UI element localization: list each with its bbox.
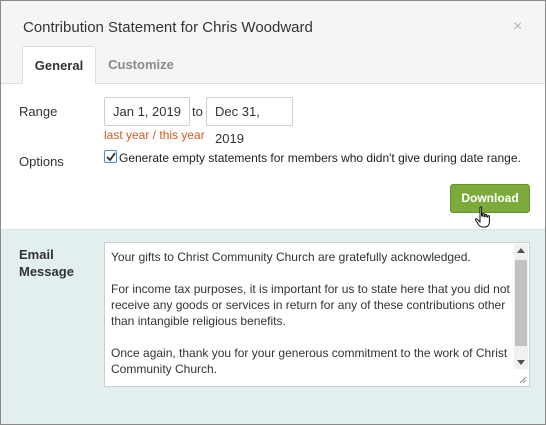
start-date-input[interactable]: Jan 1, 2019 [104, 97, 190, 126]
dialog-header: Contribution Statement for Chris Woodwar… [1, 1, 545, 84]
scroll-down-icon[interactable] [517, 360, 525, 365]
tab-customize[interactable]: Customize [98, 46, 184, 83]
close-icon[interactable]: × [513, 17, 522, 37]
contribution-statement-dialog: Contribution Statement for Chris Woodwar… [0, 0, 546, 425]
email-panel: Email Message Your gifts to Christ Commu… [1, 229, 545, 424]
date-preset-link[interactable]: last year / this year [104, 128, 205, 142]
email-message-label: Email Message [19, 247, 74, 279]
email-message-text: Your gifts to Christ Community Church ar… [111, 250, 510, 376]
textarea-scrollbar[interactable] [514, 244, 528, 369]
email-message-textarea[interactable]: Your gifts to Christ Community Church ar… [104, 242, 530, 387]
end-date-input[interactable]: Dec 31, 2019 [206, 97, 293, 146]
options-label: Options [19, 154, 64, 169]
scrollbar-thumb[interactable] [515, 260, 527, 346]
tab-general[interactable]: General [22, 46, 96, 84]
dialog-title: Contribution Statement for Chris Woodwar… [23, 19, 313, 36]
checkmark-icon [106, 152, 116, 162]
scroll-up-icon[interactable] [517, 248, 525, 253]
range-label: Range [19, 104, 58, 119]
empty-statements-label: Generate empty statements for members wh… [119, 151, 521, 165]
hand-pointer-icon [474, 206, 490, 228]
resize-grip-icon[interactable] [517, 374, 527, 384]
range-separator: to [192, 104, 203, 119]
empty-statements-checkbox[interactable] [104, 150, 117, 163]
